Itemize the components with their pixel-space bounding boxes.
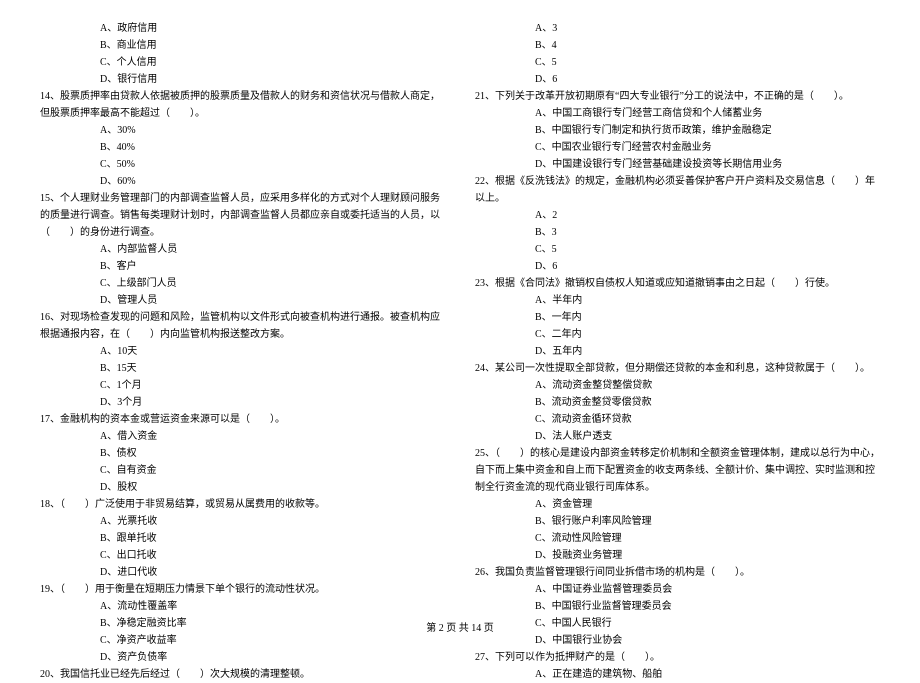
q15-stem: 15、个人理财业务管理部门的内部调查监督人员，应采用多样化的方式对个人理财顾问服… <box>40 190 445 241</box>
q20-option-d: D、6 <box>475 71 880 88</box>
q17-option-c: C、自有资金 <box>40 462 445 479</box>
q16-option-b: B、15天 <box>40 360 445 377</box>
q16-option-a: A、10天 <box>40 343 445 360</box>
q21-option-c: C、中国农业银行专门经营农村金融业务 <box>475 139 880 156</box>
q18-option-b: B、跟单托收 <box>40 530 445 547</box>
q18-option-a: A、光票托收 <box>40 513 445 530</box>
q25-option-c: C、流动性风险管理 <box>475 530 880 547</box>
q15-option-c: C、上级部门人员 <box>40 275 445 292</box>
q22-option-b: B、3 <box>475 224 880 241</box>
q20-option-a: A、3 <box>475 20 880 37</box>
q24-option-a: A、流动资金整贷整偿贷款 <box>475 377 880 394</box>
q26-option-d: D、中国银行业协会 <box>475 632 880 649</box>
q13-option-c: C、个人信用 <box>40 54 445 71</box>
q16-stem: 16、对现场检查发现的问题和风险，监管机构以文件形式向被查机构进行通报。被查机构… <box>40 309 445 343</box>
q27-stem: 27、下列可以作为抵押财产的是（ ）。 <box>475 649 880 666</box>
q15-option-d: D、管理人员 <box>40 292 445 309</box>
q26-option-a: A、中国证券业监督管理委员会 <box>475 581 880 598</box>
q16-option-d: D、3个月 <box>40 394 445 411</box>
q26-stem: 26、我国负责监督管理银行间同业拆借市场的机构是（ ）。 <box>475 564 880 581</box>
q13-option-d: D、银行信用 <box>40 71 445 88</box>
q25-option-a: A、资金管理 <box>475 496 880 513</box>
q23-option-c: C、二年内 <box>475 326 880 343</box>
q18-stem: 18、（ ）广泛使用于非贸易结算，或贸易从属费用的收款等。 <box>40 496 445 513</box>
q15-option-b: B、客户 <box>40 258 445 275</box>
q25-option-b: B、银行账户利率风险管理 <box>475 513 880 530</box>
q17-option-b: B、债权 <box>40 445 445 462</box>
q13-option-b: B、商业信用 <box>40 37 445 54</box>
q23-option-d: D、五年内 <box>475 343 880 360</box>
q25-option-d: D、投融资业务管理 <box>475 547 880 564</box>
q19-stem: 19、（ ）用于衡量在短期压力情景下单个银行的流动性状况。 <box>40 581 445 598</box>
q23-option-b: B、一年内 <box>475 309 880 326</box>
q27-option-a: A、正在建造的建筑物、船舶 <box>475 666 880 683</box>
q15-option-a: A、内部监督人员 <box>40 241 445 258</box>
q19-option-a: A、流动性覆盖率 <box>40 598 445 615</box>
q23-option-a: A、半年内 <box>475 292 880 309</box>
q24-option-c: C、流动资金循环贷款 <box>475 411 880 428</box>
q19-option-c: C、净资产收益率 <box>40 632 445 649</box>
q14-stem: 14、股票质押率由贷款人依据被质押的股票质量及借款人的财务和资信状况与借款人商定… <box>40 88 445 122</box>
q24-option-d: D、法人账户透支 <box>475 428 880 445</box>
q18-option-d: D、进口代收 <box>40 564 445 581</box>
q22-stem: 22、根据《反洗钱法》的规定，金融机构必须妥善保护客户开户资料及交易信息（ ）年… <box>475 173 880 207</box>
q22-option-a: A、2 <box>475 207 880 224</box>
q17-option-a: A、借入资金 <box>40 428 445 445</box>
q26-option-b: B、中国银行业监督管理委员会 <box>475 598 880 615</box>
q14-option-d: D、60% <box>40 173 445 190</box>
q22-option-d: D、6 <box>475 258 880 275</box>
q13-option-a: A、政府信用 <box>40 20 445 37</box>
q14-option-a: A、30% <box>40 122 445 139</box>
q25-stem: 25、（ ）的核心是建设内部资金转移定价机制和全额资金管理体制，建成以总行为中心… <box>475 445 880 496</box>
q21-option-a: A、中国工商银行专门经营工商信贷和个人储蓄业务 <box>475 105 880 122</box>
page-footer: 第 2 页 共 14 页 <box>0 619 920 634</box>
q16-option-c: C、1个月 <box>40 377 445 394</box>
q22-option-c: C、5 <box>475 241 880 258</box>
q17-stem: 17、金融机构的资本金或营运资金来源可以是（ ）。 <box>40 411 445 428</box>
q18-option-c: C、出口托收 <box>40 547 445 564</box>
q20-option-b: B、4 <box>475 37 880 54</box>
q20-option-c: C、5 <box>475 54 880 71</box>
q21-option-b: B、中国银行专门制定和执行货币政策，维护金融稳定 <box>475 122 880 139</box>
q21-stem: 21、下列关于改革开放初期原有“四大专业银行”分工的说法中，不正确的是（ ）。 <box>475 88 880 105</box>
q23-stem: 23、根据《合同法》撤销权自债权人知道或应知道撤销事由之日起（ ）行使。 <box>475 275 880 292</box>
q24-stem: 24、某公司一次性提取全部贷款，但分期偿还贷款的本金和利息，这种贷款属于（ ）。 <box>475 360 880 377</box>
q20-stem: 20、我国信托业已经先后经过（ ）次大规模的清理整顿。 <box>40 666 445 683</box>
q17-option-d: D、股权 <box>40 479 445 496</box>
q14-option-b: B、40% <box>40 139 445 156</box>
q19-option-d: D、资产负债率 <box>40 649 445 666</box>
q24-option-b: B、流动资金整贷零偿贷款 <box>475 394 880 411</box>
q21-option-d: D、中国建设银行专门经营基础建设投资等长期信用业务 <box>475 156 880 173</box>
q14-option-c: C、50% <box>40 156 445 173</box>
